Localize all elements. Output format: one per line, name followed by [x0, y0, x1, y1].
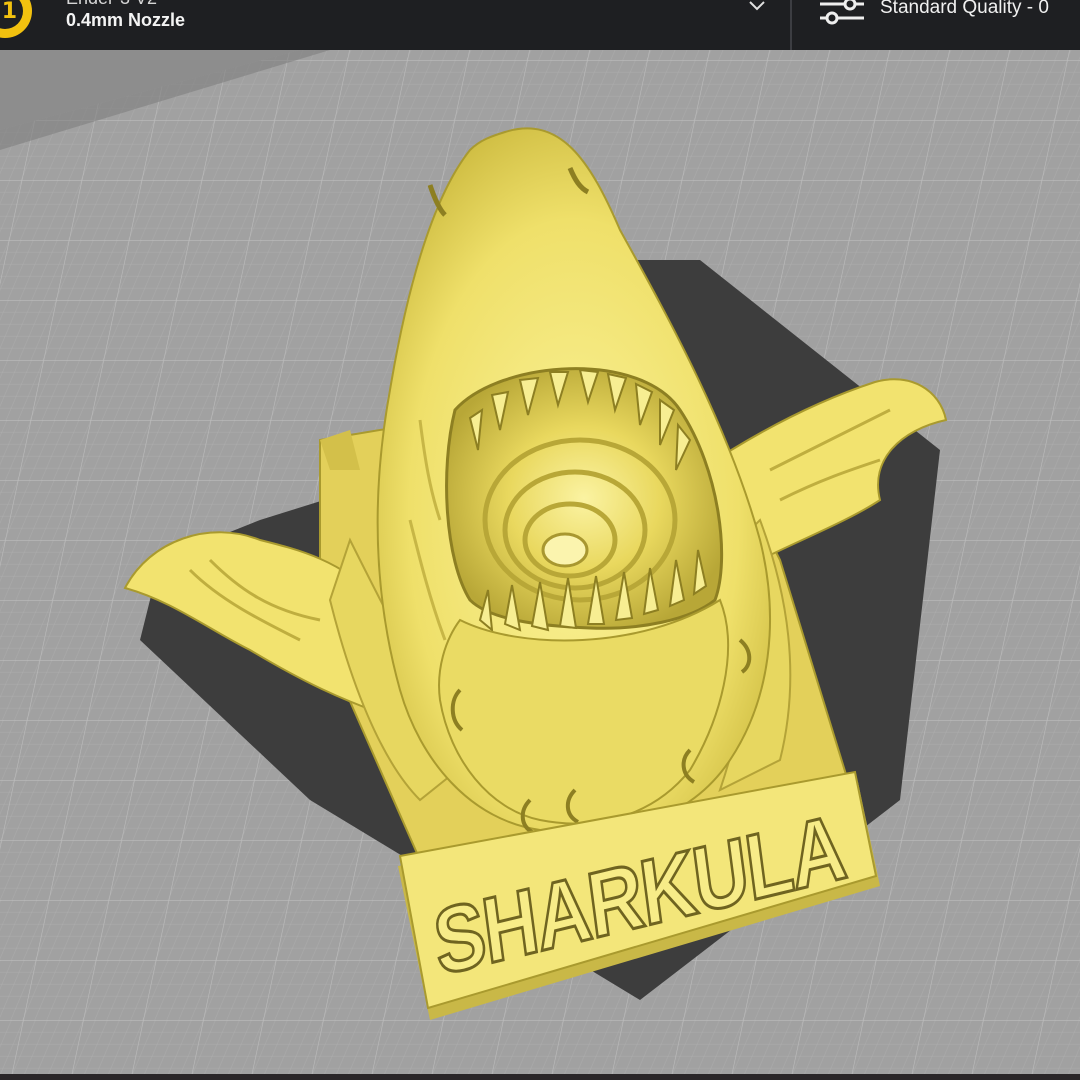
extruder-badge-icon: 1	[0, 0, 32, 38]
bottom-strip	[0, 1074, 1080, 1080]
sliders-icon	[820, 0, 864, 25]
print-settings-button[interactable]: Standard Quality - 0	[792, 0, 1080, 50]
extruder-number: 1	[0, 0, 23, 29]
3d-viewport[interactable]: SHARKULA	[0, 50, 1080, 1080]
printer-selector-button[interactable]: 1 Ender-3 V2 0.4mm Nozzle	[0, 0, 790, 50]
printer-name: Ender-3 V2	[66, 0, 157, 9]
chevron-down-icon[interactable]	[748, 0, 766, 14]
scene: SHARKULA	[0, 50, 1080, 1080]
nozzle-label: 0.4mm Nozzle	[66, 10, 186, 30]
print-settings-label: Standard Quality - 0	[880, 0, 1049, 18]
top-toolbar: 1 Ender-3 V2 0.4mm Nozzle Standard Quali…	[0, 0, 1080, 50]
